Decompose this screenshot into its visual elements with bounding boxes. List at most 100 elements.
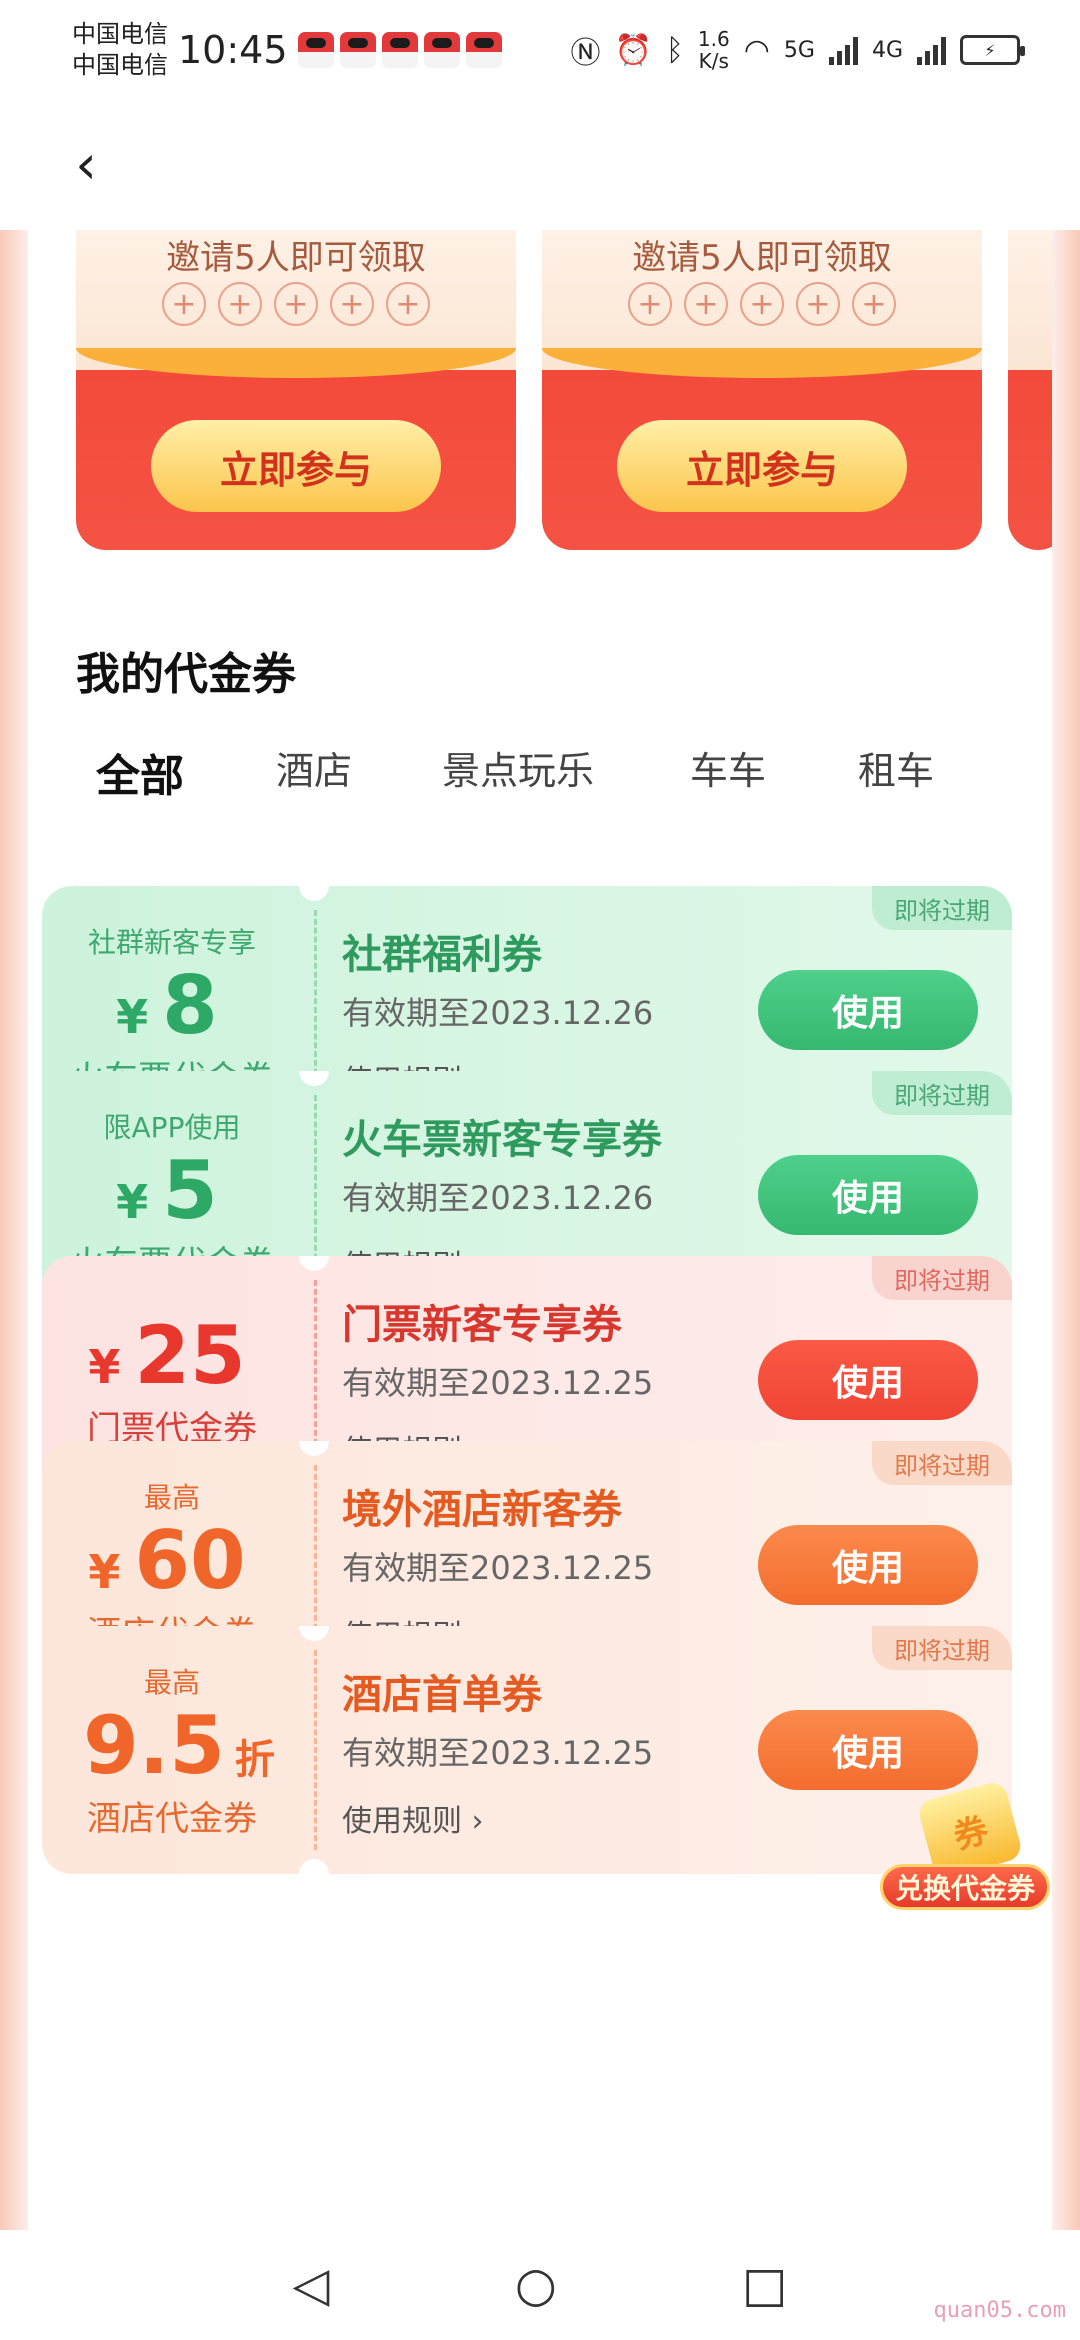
main-content: 邀请5人即可领取 + + + + + 立即参与 邀请5人即可领取 + + + + + 立即参与 … — [28, 230, 1052, 2230]
coupon-amount: ¥ 25 — [88, 1308, 255, 1402]
notch-top — [299, 1626, 329, 1641]
coupon-top-note: 限APP使用 — [103, 1110, 241, 1144]
coupon-card[interactable]: 最高 9.5 折 酒店代金券 酒店首单券 有效期至2023.12.25 使用规则… — [42, 1626, 1012, 1874]
amount-value: 9.5 — [83, 1698, 225, 1792]
tab-hotel[interactable]: 酒店 — [276, 740, 352, 804]
section-title: 我的代金券 — [76, 649, 296, 700]
expiring-tag: 即将过期 — [872, 886, 1012, 930]
use-button[interactable]: 使用 — [758, 1155, 978, 1235]
app-notification-icon — [381, 32, 418, 68]
tab-attractions[interactable]: 景点玩乐 — [442, 740, 594, 804]
chevron-left-icon: ‹ — [75, 132, 97, 196]
promo-card: 邀请5人即可领取 + + + + + 立即参与 — [542, 230, 982, 550]
amount-unit: 折 — [234, 1736, 275, 1783]
promo-card-peek[interactable] — [1008, 230, 1052, 550]
expiring-tag: 即将过期 — [872, 1071, 1012, 1115]
notch-top — [299, 1441, 329, 1456]
signal-icon-2 — [917, 35, 946, 65]
app-notification-icon — [297, 32, 334, 68]
usage-rules-link[interactable]: 使用规则 › — [342, 1796, 653, 1840]
amount-value: 60 — [134, 1513, 246, 1607]
coupon-amount: ¥ 60 — [88, 1513, 255, 1607]
notification-icons — [297, 32, 502, 68]
currency-symbol: ¥ — [116, 1174, 149, 1229]
use-button[interactable]: 使用 — [758, 1340, 978, 1420]
join-button[interactable]: 立即参与 — [151, 420, 441, 512]
network-type-1: 5G — [783, 37, 815, 63]
plus-icon: + — [162, 282, 206, 326]
tab-car-rental[interactable]: 租车 — [858, 740, 934, 804]
coupon-value-area: 最高 9.5 折 酒店代金券 — [42, 1626, 302, 1874]
invite-slots: + + + + + — [76, 282, 516, 326]
currency-symbol: ¥ — [88, 1544, 121, 1599]
coupon-amount: ¥ 5 — [116, 1143, 228, 1237]
expiring-tag: 即将过期 — [872, 1626, 1012, 1670]
tab-train[interactable]: 车车 — [690, 740, 766, 804]
coupon-title: 境外酒店新客券 — [342, 1487, 622, 1533]
coupon-expiry: 有效期至2023.12.26 — [342, 994, 654, 1032]
coupon-title: 门票新客专享券 — [342, 1302, 622, 1348]
coupon-title: 酒店首单券 — [342, 1672, 542, 1718]
coupon-expiry: 有效期至2023.12.25 — [342, 1364, 654, 1402]
expiring-tag: 即将过期 — [872, 1441, 1012, 1485]
back-button[interactable]: ‹ — [64, 132, 108, 196]
amount-value: 8 — [162, 958, 218, 1052]
alarm-icon: ⏰ — [614, 32, 652, 68]
promo-band — [542, 348, 982, 378]
use-button[interactable]: 使用 — [758, 1710, 978, 1790]
tab-all[interactable]: 全部 — [96, 740, 184, 812]
coupon-top-note: 最高 — [143, 1480, 200, 1514]
invite-text: 邀请5人即可领取 — [632, 238, 892, 278]
nav-back-icon[interactable]: ◁ — [293, 2257, 330, 2313]
coupon-expiry: 有效期至2023.12.25 — [342, 1734, 654, 1772]
coupon-top-note: 最高 — [143, 1665, 200, 1699]
coupon-kind: 酒店代金券 — [87, 1798, 257, 1839]
exchange-coupon-badge[interactable]: 券 兑换代金券 — [880, 1779, 1050, 1920]
coupon-top-note: 社群新客专享 — [87, 925, 256, 959]
notch-top — [299, 1256, 329, 1271]
carrier-2: 中国电信 — [72, 51, 168, 79]
currency-symbol: ¥ — [88, 1339, 121, 1394]
bluetooth-icon: ᛒ — [665, 32, 684, 68]
plus-icon: + — [684, 282, 728, 326]
divider — [314, 1650, 317, 1850]
invite-text: 邀请5人即可领取 — [166, 238, 426, 278]
coupon-tabs: 全部 酒店 景点玩乐 车车 租车 — [68, 740, 1052, 812]
amount-value: 5 — [162, 1143, 218, 1237]
plus-icon: + — [274, 282, 318, 326]
join-button[interactable]: 立即参与 — [617, 420, 907, 512]
plus-icon: + — [796, 282, 840, 326]
notch-top — [299, 1071, 329, 1086]
promo-band — [76, 348, 516, 378]
carrier-1: 中国电信 — [72, 20, 168, 48]
plus-icon: + — [386, 282, 430, 326]
amount-value: 25 — [134, 1308, 246, 1402]
carrier-info: 中国电信 中国电信 — [72, 19, 168, 81]
app-notification-icon — [423, 32, 460, 68]
coupon-amount: 9.5 折 — [69, 1698, 275, 1792]
coupon-title: 社群福利券 — [342, 932, 542, 978]
currency-symbol: ¥ — [116, 989, 149, 1044]
app-notification-icon — [339, 32, 376, 68]
promo-card: 邀请5人即可领取 + + + + + 立即参与 — [76, 230, 516, 550]
plus-icon: + — [740, 282, 784, 326]
plus-icon: + — [330, 282, 374, 326]
nav-recent-icon[interactable]: □ — [742, 2257, 787, 2313]
plus-icon: + — [628, 282, 672, 326]
use-button[interactable]: 使用 — [758, 1525, 978, 1605]
coupon-expiry: 有效期至2023.12.26 — [342, 1179, 654, 1217]
system-icons: Ⓝ ⏰ ᛒ 1.6 K/s ◠ 5G 4G ⚡ — [570, 27, 1025, 72]
nfc-icon: Ⓝ — [570, 36, 601, 71]
status-bar: 中国电信 中国电信 10:45 Ⓝ ⏰ ᛒ 1.6 K/s ◠ 5G 4G ⚡ — [0, 0, 1080, 100]
top-bar: ‹ — [0, 100, 1080, 230]
plus-icon: + — [218, 282, 262, 326]
app-notification-icon — [465, 32, 502, 68]
use-button[interactable]: 使用 — [758, 970, 978, 1050]
nav-home-icon[interactable]: ○ — [515, 2257, 557, 2313]
notch-bottom — [299, 1859, 329, 1874]
exchange-coupon-label: 兑换代金券 — [880, 1864, 1050, 1910]
signal-icon — [828, 35, 858, 65]
speed-value: 1.6 — [697, 27, 730, 51]
battery-charging-icon: ⚡ — [960, 35, 1025, 65]
notch-top — [299, 886, 329, 901]
